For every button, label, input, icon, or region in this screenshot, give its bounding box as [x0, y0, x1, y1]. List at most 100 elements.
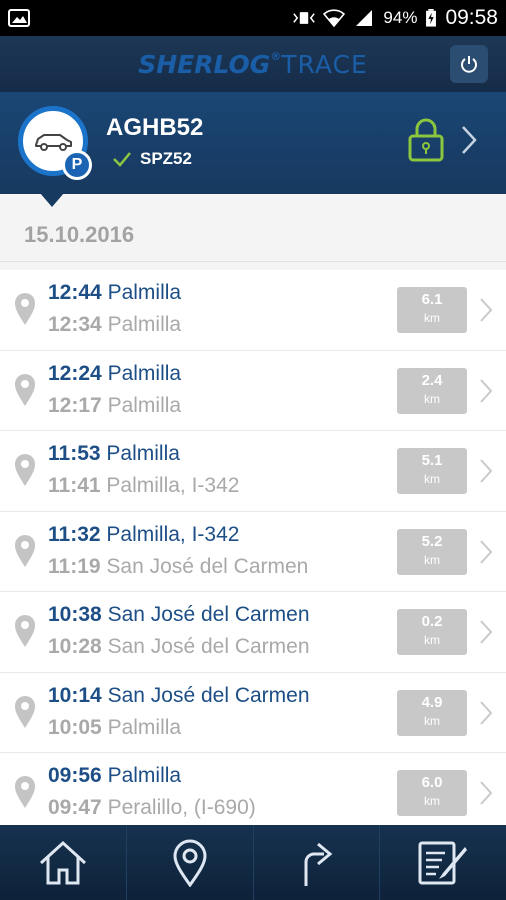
- trip-distance: 6.0: [421, 774, 443, 791]
- power-icon: [461, 56, 477, 73]
- padlock-icon[interactable]: [408, 118, 444, 162]
- nav-route[interactable]: [254, 825, 381, 900]
- edit-notes-icon: [418, 841, 468, 884]
- trip-end: 09:56 Palmilla: [48, 764, 181, 788]
- nav-home[interactable]: [0, 825, 127, 900]
- status-clock: 09:58: [445, 6, 498, 29]
- parking-badge: P: [62, 150, 92, 180]
- trip-start-time: 12:34: [48, 313, 102, 336]
- trip-distance-unit: km: [424, 472, 440, 486]
- power-button[interactable]: [450, 45, 488, 83]
- trip-distance: 5.2: [421, 532, 443, 550]
- chevron-right-icon[interactable]: [479, 619, 493, 645]
- chevron-right-icon[interactable]: [479, 297, 493, 323]
- trip-start-place: Peralillo, (I-690): [107, 796, 256, 819]
- trip-distance: 4.9: [421, 693, 443, 711]
- nav-location[interactable]: [127, 825, 254, 900]
- battery-percent: 94%: [383, 8, 418, 27]
- trip-end-time: 12:24: [48, 361, 102, 385]
- trip-end: 11:53 Palmilla: [48, 442, 180, 466]
- bottom-nav: [0, 825, 506, 900]
- vehicle-plate-row: SPZ52: [112, 149, 192, 169]
- trip-row[interactable]: 11:53 Palmilla 11:41 Palmilla, I-342 5.1 km: [0, 431, 506, 512]
- home-icon: [39, 840, 86, 884]
- image-icon: [8, 9, 30, 27]
- location-pin-icon: [15, 695, 35, 728]
- trip-start-time: 10:28: [48, 635, 102, 658]
- trip-start-place: Palmilla, I-342: [106, 474, 240, 497]
- trip-end-place: Palmilla: [107, 281, 182, 304]
- trip-start: 11:41 Palmilla, I-342: [48, 474, 239, 498]
- trip-row[interactable]: 10:38 San José del Carmen 10:28 San José …: [0, 592, 506, 673]
- brand-name-bold: SHERLOG: [138, 49, 271, 79]
- trip-distance-unit: km: [424, 391, 440, 406]
- location-pin-icon: [15, 293, 35, 325]
- trip-end: 11:32 Palmilla, I-342: [48, 523, 239, 547]
- trip-distance-badge: 4.9 km: [397, 689, 467, 736]
- location-pin-icon: [15, 534, 35, 567]
- location-pin-icon: [15, 373, 35, 406]
- trip-distance-badge: 6.0 km: [397, 770, 467, 816]
- checkmark-icon: [113, 152, 131, 167]
- trip-distance-unit: km: [424, 311, 440, 325]
- trip-end-place: Palmilla: [107, 361, 182, 385]
- chevron-right-icon[interactable]: [479, 458, 493, 484]
- trip-distance: 6.1: [421, 291, 443, 308]
- trip-start: 12:17 Palmilla: [48, 394, 181, 418]
- trip-distance: 0.2: [421, 613, 443, 630]
- trip-end-time: 11:32: [48, 522, 101, 546]
- chevron-right-icon[interactable]: [479, 539, 493, 565]
- trip-distance-badge: 5.2 km: [397, 528, 467, 575]
- trip-end-place: Palmilla: [107, 764, 182, 787]
- trip-start-place: Palmilla: [107, 393, 182, 417]
- brand-logo: SHERLOG®TRACE: [138, 50, 368, 79]
- turn-right-arrow-icon: [304, 842, 333, 886]
- trip-row[interactable]: 11:32 Palmilla, I-342 11:19 San José del …: [0, 512, 506, 592]
- trip-start-time: 11:19: [48, 554, 101, 578]
- trip-start: 12:34 Palmilla: [48, 313, 181, 337]
- location-pin-icon: [15, 454, 35, 486]
- trip-end-time: 09:56: [48, 764, 102, 787]
- trip-distance-badge: 5.1 km: [397, 448, 467, 494]
- location-pin-icon: [15, 776, 35, 808]
- trip-start-place: Palmilla: [107, 715, 182, 739]
- location-pin-icon: [15, 615, 35, 647]
- chevron-right-icon[interactable]: [479, 700, 493, 726]
- trip-distance: 5.1: [421, 452, 443, 469]
- trip-end-place: Palmilla: [106, 442, 180, 465]
- chevron-right-icon[interactable]: [479, 378, 493, 404]
- trip-start-time: 11:41: [48, 474, 101, 497]
- trip-end: 12:44 Palmilla: [48, 281, 181, 305]
- trip-distance-badge: 6.1 km: [397, 287, 467, 333]
- trip-start-time: 12:17: [48, 393, 102, 417]
- trip-distance-badge: 0.2 km: [397, 609, 467, 655]
- chevron-right-icon[interactable]: [479, 780, 493, 806]
- trip-distance-unit: km: [424, 552, 440, 567]
- date-header: 15.10.2016: [0, 208, 506, 262]
- vehicle-name: AGHB52: [106, 114, 204, 141]
- trip-start: 10:05 Palmilla: [48, 716, 181, 740]
- trip-end-place: San José del Carmen: [107, 683, 310, 707]
- vibrate-icon: [293, 12, 316, 24]
- vehicle-plate: SPZ52: [140, 149, 192, 168]
- trip-row[interactable]: 10:14 San José del Carmen 10:05 Palmilla 4…: [0, 673, 506, 753]
- trip-list[interactable]: 12:44 Palmilla 12:34 Palmilla 6.1 km 12:24 P…: [0, 270, 506, 825]
- nav-notes[interactable]: [380, 825, 506, 900]
- chevron-right-icon[interactable]: [460, 125, 478, 155]
- trip-end-time: 12:44: [48, 281, 102, 304]
- trip-end: 12:24 Palmilla: [48, 362, 181, 386]
- vehicle-header[interactable]: P AGHB52 SPZ52: [0, 92, 506, 194]
- brand-registered: ®: [270, 49, 282, 63]
- brand-name-thin: TRACE: [281, 49, 368, 79]
- trip-start-time: 10:05: [48, 715, 102, 739]
- trip-distance-unit: km: [424, 794, 440, 808]
- trip-row[interactable]: 12:24 Palmilla 12:17 Palmilla 2.4 km: [0, 351, 506, 431]
- trip-end-time: 10:14: [48, 683, 102, 707]
- trip-start: 10:28 San José del Carmen: [48, 635, 310, 659]
- wifi-icon: [323, 9, 346, 27]
- trip-row[interactable]: 12:44 Palmilla 12:34 Palmilla 6.1 km: [0, 270, 506, 351]
- location-pin-icon: [173, 839, 207, 887]
- trip-row[interactable]: 09:56 Palmilla 09:47 Peralillo, (I-690) 6.…: [0, 753, 506, 825]
- trip-end-place: San José del Carmen: [107, 603, 310, 626]
- trip-end-time: 11:53: [48, 442, 101, 465]
